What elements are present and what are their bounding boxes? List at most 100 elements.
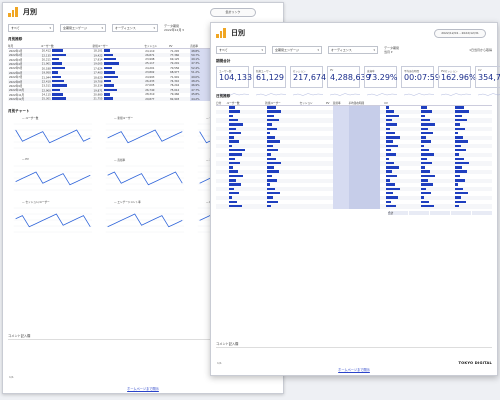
inline-bar [267,170,280,173]
footer-link[interactable]: ホームページまで開示 [211,367,497,372]
inline-bar [455,161,470,165]
inline-bar [267,140,281,143]
inline-bar [420,118,430,122]
inline-bar [455,191,469,195]
table-cell [226,204,266,209]
inline-bar [228,204,242,208]
inline-bar [228,200,237,204]
inline-bar [386,204,397,208]
inline-bar [386,153,397,156]
chevron-down-icon: ▾ [373,48,375,52]
inline-bar [267,136,276,139]
inline-bar [228,183,241,186]
chevron-down-icon: ▾ [153,26,155,30]
inline-bar [267,174,273,178]
period-filter[interactable]: データ期間 当月 ▾ [384,46,399,54]
inline-bar [103,75,118,79]
inline-bar [455,118,468,122]
inline-bar [386,174,398,178]
inline-bar [228,166,233,169]
line-chart: — 新規ユーザー [100,116,186,154]
kpi-card: CV354,717 [475,66,500,96]
kpi-cards: ユーザー数 104,133 新規ユーザー 61,129 セッション 217,674 PV 4,… [211,66,500,96]
daily-table: 日付 ユーザー数 新規ユーザー セッション PV 直帰率 平均滞在時間 CV [216,101,492,209]
inline-bar [267,196,274,199]
inline-bar [103,53,113,57]
inline-bar [420,114,425,118]
page-number: 1/1 [9,375,14,379]
inline-bar [228,157,235,161]
inline-bar [455,140,469,143]
inline-bar [51,79,64,83]
inline-bar [51,97,66,100]
filter-select[interactable]: オーディエンス ▾ [328,46,378,54]
inline-bar [386,148,392,152]
inline-bar [420,200,429,204]
inline-bar [420,187,426,191]
comment-box[interactable] [216,347,492,361]
inline-bar [267,153,272,156]
inline-bar [420,170,430,173]
period-filter[interactable]: データ期間 2022年12月 ▾ [164,24,184,32]
total-cell [409,210,429,215]
filter-select[interactable]: オーディエンス ▾ [112,24,158,32]
header-note: 1日当月から取得 [469,48,492,52]
inline-bar [103,62,119,65]
inline-bar [420,157,427,161]
filter-select[interactable]: 全期間エンゲージ ▾ [60,24,106,32]
inline-bar [420,106,427,109]
inline-bar [51,49,63,52]
inline-bar [51,53,66,57]
table-cell [326,204,333,209]
link-button[interactable]: 集計リンク [210,7,256,17]
kpi-value: 354,717 [478,73,500,82]
table-cell [453,204,488,209]
inline-bar [420,123,435,126]
inline-bar [455,187,464,191]
date-range-picker[interactable]: 2022/12/01 - 2022/12/31 [434,28,486,38]
bar-chart-logo-icon [8,7,19,17]
inline-bar [386,144,399,148]
total-row: 合計 [216,210,492,215]
inline-bar [228,110,240,113]
filter-select[interactable]: すべて ▾ [216,46,266,54]
total-cell [472,210,492,215]
inline-bar [386,179,391,182]
kpi-card: PV/セッション 162.96% [438,66,477,96]
daily-title: 日別 [231,29,245,37]
inline-bar [455,196,462,199]
kpi-value: 61,129 [256,73,284,82]
chart-legend: — 直帰率 [114,159,126,163]
chart-legend: — エンゲージメント率 [114,201,141,205]
inline-bar [267,110,282,113]
inline-bar [228,123,243,126]
table-cell: 25,301 [40,96,93,102]
inline-bar [228,179,236,182]
chart-legend: — セッション/ユーザー [22,201,50,205]
filter-select[interactable]: すべて ▾ [8,24,54,32]
table-cell [216,204,227,209]
inline-bar [267,144,274,148]
table-cell: 44.2% [190,96,210,102]
sparkline [477,93,500,96]
sparkline [403,93,435,96]
inline-bar [51,57,59,61]
inline-bar [228,106,235,109]
inline-bar [455,123,461,126]
inline-bar [228,140,239,143]
inline-bar [267,166,275,169]
inline-bar [455,110,470,113]
kpi-value: 73.29% [367,73,398,82]
kpi-section-title: 期間合計 [216,59,231,63]
line-chart: — PV [8,158,94,196]
inline-bar [386,200,392,204]
inline-bar [420,153,434,156]
inline-bar [267,118,280,122]
inline-bar [386,191,394,195]
line-chart: — セッション/ユーザー [8,200,94,238]
inline-bar [386,136,401,139]
inline-bar [103,71,115,74]
filter-select[interactable]: 全期間エンゲージ ▾ [272,46,322,54]
footer-link[interactable]: ホームページまで開示 [3,386,283,391]
inline-bar [267,183,271,186]
